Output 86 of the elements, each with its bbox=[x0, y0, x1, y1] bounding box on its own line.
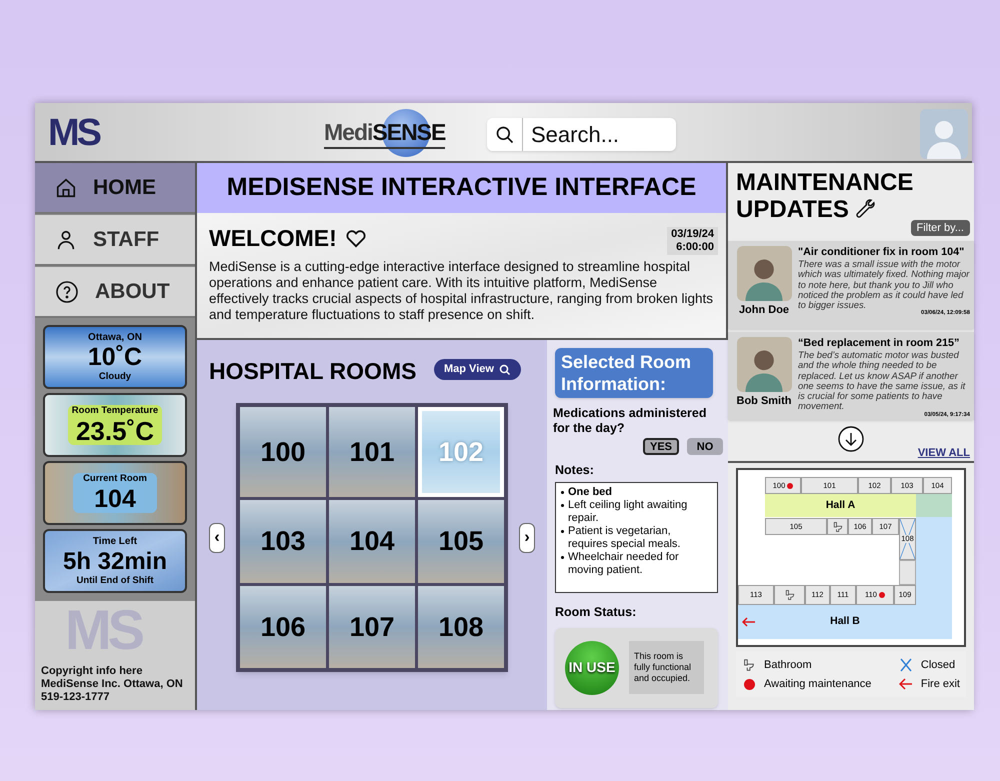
logo-mark: MS bbox=[48, 112, 99, 154]
maintenance-heading: MAINTENANCE bbox=[736, 169, 914, 196]
copyright-text: MediSense Inc. Ottawa, ON bbox=[41, 678, 184, 691]
copyright-text: Copyright info here bbox=[41, 665, 144, 678]
note-text: Wheelchair needed for moving patient. bbox=[568, 550, 680, 577]
note-text: Patient is vegetarian, requires special meals. bbox=[568, 524, 682, 551]
legend-label: Closed bbox=[920, 659, 956, 671]
bathroom-cell[interactable] bbox=[827, 518, 848, 535]
search-field[interactable]: Search... bbox=[523, 118, 676, 151]
status-description: This room is fully functional and occupied. bbox=[629, 641, 704, 694]
room-tile[interactable]: 101 bbox=[329, 407, 415, 498]
card-title: Room Temperature bbox=[72, 405, 158, 417]
card-title: Current Room bbox=[83, 473, 147, 485]
time-text: 6:00:00 bbox=[676, 241, 714, 254]
room-tile[interactable]: 108 bbox=[418, 586, 504, 668]
avatar-silhouette bbox=[736, 246, 792, 301]
bullet-icon bbox=[561, 530, 564, 533]
room-tile[interactable]: 107 bbox=[329, 586, 415, 668]
legend-label: Fire exit bbox=[920, 678, 960, 690]
note-text: One bed bbox=[568, 486, 612, 499]
map-view-button[interactable]: Map View bbox=[434, 359, 521, 380]
nav-item[interactable]: ABOUT bbox=[35, 267, 195, 318]
page-title: MEDISENSE INTERACTIVE INTERFACE bbox=[226, 172, 696, 204]
toilet-icon bbox=[784, 589, 796, 601]
room-tile[interactable]: 106 bbox=[240, 586, 326, 668]
room-tile[interactable]: 103 bbox=[240, 500, 326, 583]
card-value: 5h 32min bbox=[62, 548, 168, 575]
answer-toggle[interactable]: YES bbox=[643, 438, 679, 455]
room-tile[interactable]: 104 bbox=[329, 500, 415, 583]
previous-button[interactable]: ‹ bbox=[209, 523, 225, 553]
notes-label: Notes: bbox=[555, 462, 595, 479]
search-icon bbox=[494, 124, 514, 144]
date-text: 03/19/24 bbox=[671, 228, 714, 241]
update-title: “Bed replacement in room 215” bbox=[798, 337, 960, 350]
search-button[interactable] bbox=[487, 118, 523, 151]
question-text: Medications administered for the day? bbox=[553, 406, 708, 436]
card-title: Ottawa, ON bbox=[88, 332, 142, 344]
rooms-heading: HOSPITAL ROOMS bbox=[209, 357, 416, 386]
nav-item[interactable]: STAFF bbox=[35, 215, 195, 266]
card-title: Time Left bbox=[92, 536, 138, 548]
status-label: Room Status: bbox=[555, 604, 638, 621]
fire-exit-arrow-icon bbox=[898, 678, 913, 690]
status-badge: IN USE bbox=[565, 640, 619, 694]
update-title: "Air conditioner fix in room 104" bbox=[798, 246, 966, 259]
nav-item[interactable]: HOME bbox=[35, 163, 195, 214]
avatar-silhouette bbox=[736, 337, 792, 392]
toilet-icon bbox=[742, 658, 756, 672]
room-tile[interactable]: 100 bbox=[240, 407, 326, 498]
home-icon bbox=[55, 176, 77, 198]
card-value: 23.5˚C bbox=[76, 417, 154, 445]
room-info-heading: Selected Room Information: bbox=[555, 348, 713, 398]
answer-toggle[interactable]: NO bbox=[687, 438, 723, 455]
heart-icon bbox=[344, 228, 367, 248]
welcome-heading: WELCOME! bbox=[209, 224, 337, 253]
hall-label: Hall B bbox=[830, 614, 860, 630]
bullet-icon bbox=[561, 504, 564, 507]
author-name: Bob Smith bbox=[736, 394, 792, 409]
hall-label: Hall A bbox=[826, 498, 856, 513]
card-value: 104 bbox=[94, 485, 136, 513]
corridor-block bbox=[899, 560, 916, 585]
welcome-text: MediSense is a cutting-edge interactive interface designed to streamline hospital operations and enhance patient care. With its intuitive platform, MediSense effectively tracks crucial aspects of hospital infrastructure, ranging from broken lights and temperature fluctuations to staff presence on shift. bbox=[209, 259, 714, 323]
author-name: John Doe bbox=[738, 303, 790, 318]
bathroom-cell[interactable] bbox=[774, 585, 805, 605]
closed-cross-icon bbox=[900, 658, 912, 672]
room-tile[interactable]: 105 bbox=[418, 500, 504, 583]
card-caption: Until End of Shift bbox=[76, 575, 154, 586]
view-all-link[interactable]: VIEW ALL bbox=[918, 445, 970, 462]
maintenance-heading: UPDATES bbox=[736, 196, 849, 223]
copyright-text: 519-123-1777 bbox=[41, 691, 111, 704]
update-text: The bed’s automatic motor was busted and the whole thing needed to be replaced. Let us know ASAP if another one seems to have the same issue, as it is crucial for some patients to have movement. bbox=[798, 350, 966, 412]
scroll-down-icon[interactable] bbox=[838, 426, 864, 452]
update-text: There was a small issue with the motor which was ultimately fixed. Nothing major to note here, but thank you to Jill who noticed the problem as it could have led to bigger issues. bbox=[798, 259, 970, 310]
help-icon bbox=[55, 280, 79, 304]
toilet-icon bbox=[832, 520, 844, 532]
bullet-icon bbox=[561, 490, 564, 494]
legend-label: Bathroom bbox=[764, 659, 812, 671]
person-icon bbox=[55, 228, 77, 250]
note-text: Left ceiling light awaiting repair. bbox=[568, 498, 688, 525]
filter-button[interactable]: Filter by... bbox=[910, 220, 970, 236]
brand-logo: MediSENSE bbox=[324, 109, 448, 157]
card-caption: Cloudy bbox=[98, 371, 132, 382]
search-icon bbox=[498, 364, 511, 376]
next-button[interactable]: › bbox=[519, 523, 535, 553]
card-value: 10˚C bbox=[88, 344, 142, 371]
legend-label: Awaiting maintenance bbox=[764, 678, 872, 690]
bullet-icon bbox=[561, 556, 564, 559]
